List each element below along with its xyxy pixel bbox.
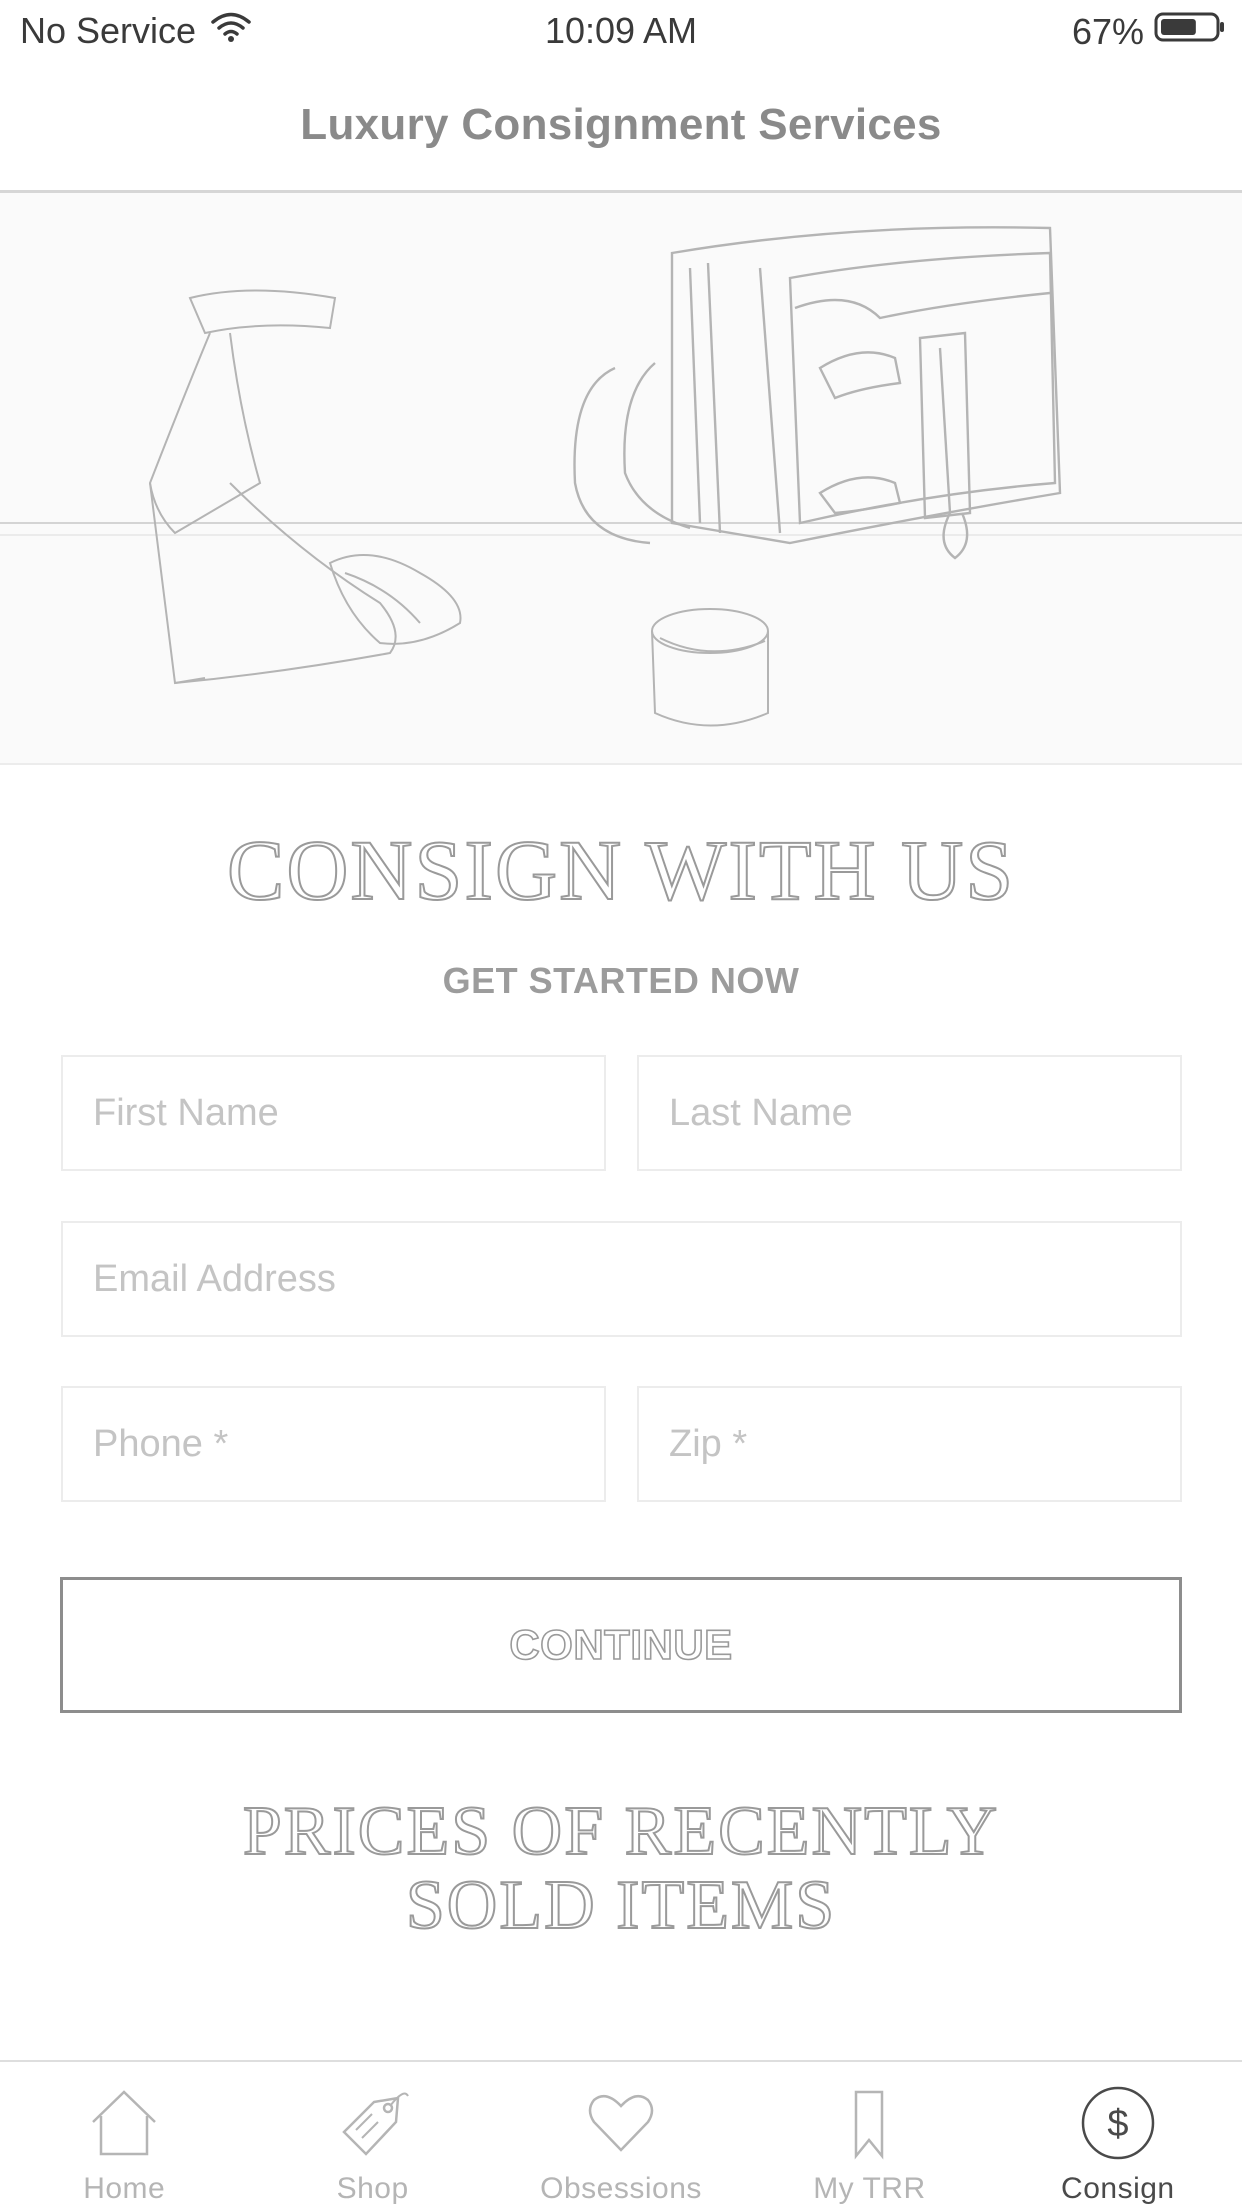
- prices-title-line2: SOLD ITEMS: [405, 1867, 837, 1944]
- tab-consign-label: Consign: [1061, 2172, 1175, 2205]
- status-time: 10:09 AM: [544, 10, 698, 51]
- battery-percent: 67%: [1071, 10, 1144, 52]
- battery-icon: [1154, 10, 1226, 53]
- heart-icon: [582, 2084, 660, 2162]
- email-input[interactable]: [61, 1221, 1182, 1337]
- prices-title: PRICES OF RECENTLY SOLD ITEMS: [0, 1793, 1242, 1944]
- prices-title-line1: PRICES OF RECENTLY: [242, 1793, 1000, 1870]
- last-name-input[interactable]: [637, 1055, 1182, 1171]
- tag-icon: [334, 2084, 412, 2162]
- tab-my-trr-label: My TRR: [813, 2172, 926, 2205]
- tab-home-label: Home: [83, 2172, 166, 2205]
- page-title: Luxury Consignment Services: [300, 100, 942, 149]
- continue-button[interactable]: CONTINUE: [60, 1577, 1182, 1713]
- tab-bar: Home Shop Obsessions My TRR $ Consign: [0, 2060, 1242, 2210]
- dollar-circle-icon: $: [1079, 2084, 1157, 2162]
- continue-label: CONTINUE: [509, 1620, 733, 1669]
- bookmark-icon: [830, 2084, 908, 2162]
- hero-image: [0, 193, 1242, 765]
- consign-subtitle: GET STARTED NOW: [442, 960, 800, 1001]
- phone-input[interactable]: [61, 1386, 606, 1502]
- first-name-input[interactable]: [61, 1055, 606, 1171]
- tab-shop[interactable]: Shop: [248, 2062, 496, 2210]
- tab-consign[interactable]: $ Consign: [994, 2062, 1242, 2210]
- hero-products-illustration: [0, 226, 1242, 727]
- nav-header: Luxury Consignment Services: [0, 60, 1242, 193]
- svg-text:$: $: [1107, 2103, 1128, 2145]
- tab-shop-label: Shop: [336, 2172, 409, 2205]
- home-icon: [85, 2084, 163, 2162]
- tab-obsessions-label: Obsessions: [540, 2172, 702, 2205]
- tab-home[interactable]: Home: [0, 2062, 248, 2210]
- consign-title: CONSIGN WITH US: [226, 821, 1016, 919]
- zip-input[interactable]: [637, 1386, 1182, 1502]
- tab-obsessions[interactable]: Obsessions: [497, 2062, 745, 2210]
- status-right: 67%: [1072, 10, 1226, 53]
- tab-my-trr[interactable]: My TRR: [745, 2062, 993, 2210]
- status-bar: No Service 10:09 AM 67%: [0, 0, 1242, 60]
